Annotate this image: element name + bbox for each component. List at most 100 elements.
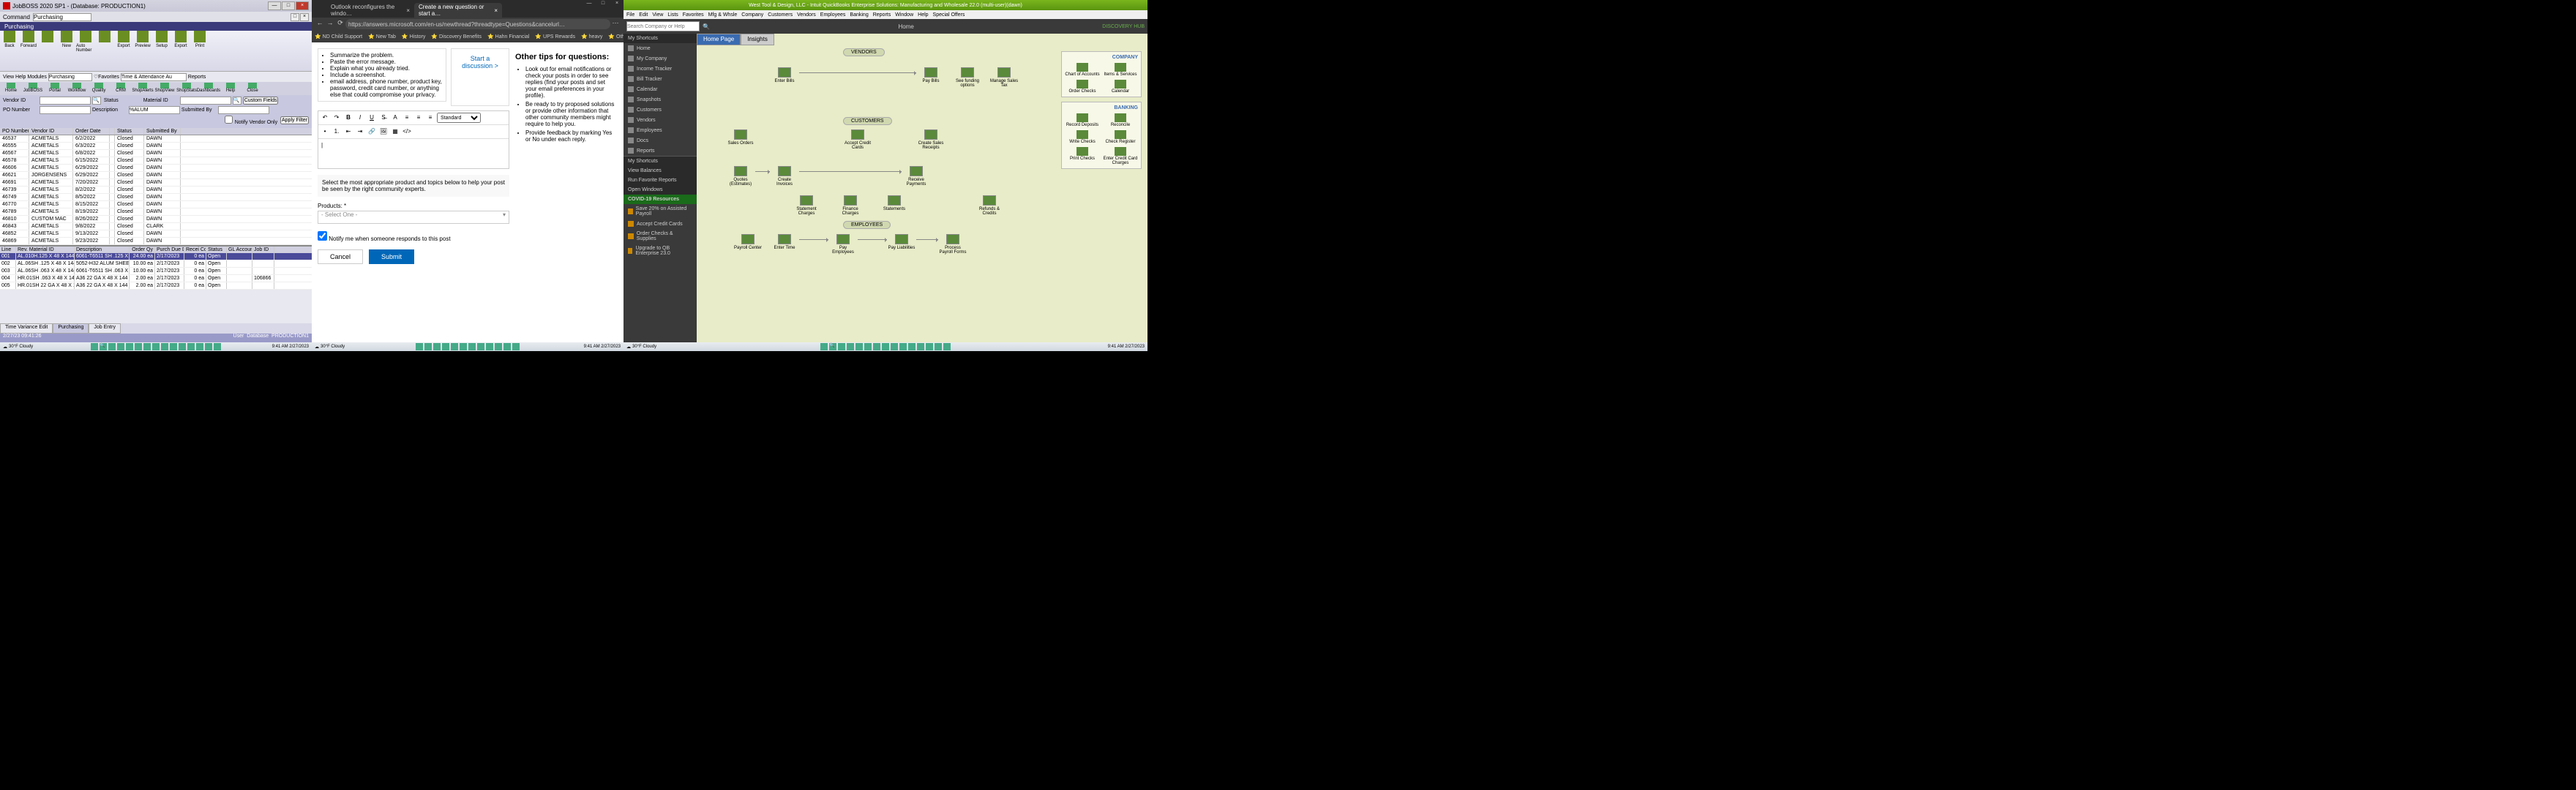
- taskbar-apps[interactable]: 🔍: [91, 343, 221, 350]
- statement-charges[interactable]: Statement Charges: [792, 195, 821, 216]
- maximize-button[interactable]: □: [596, 0, 610, 9]
- payroll-center[interactable]: Payroll Center: [733, 234, 763, 250]
- taskbar-apps[interactable]: 🔍: [820, 343, 951, 350]
- bookmark[interactable]: ⭐ History: [402, 34, 425, 40]
- close-button[interactable]: ×: [296, 1, 309, 10]
- image-icon[interactable]: 🖼: [378, 127, 389, 137]
- company-item[interactable]: Items & Services: [1103, 63, 1138, 77]
- italic-icon[interactable]: I: [355, 113, 365, 123]
- bookmark[interactable]: ⭐ ND Child Support: [315, 34, 362, 40]
- po-row[interactable]: 46567ACMETALS6/8/2022ClosedDAWN: [0, 150, 312, 157]
- po-row[interactable]: 46770ACMETALS8/15/2022ClosedDAWN: [0, 201, 312, 208]
- menu-company[interactable]: Company: [741, 12, 763, 18]
- module-close[interactable]: Close: [242, 82, 263, 95]
- refresh-button[interactable]: ⟳: [335, 19, 345, 29]
- tab-home[interactable]: Home Page: [697, 34, 741, 45]
- po-row[interactable]: 46578ACMETALS6/15/2022ClosedDAWN: [0, 157, 312, 165]
- module-help[interactable]: Help: [220, 82, 242, 95]
- cmd-close-button[interactable]: ×: [300, 13, 309, 21]
- po-row[interactable]: 46606ACMETALS6/29/2022ClosedDAWN: [0, 165, 312, 172]
- search-icon[interactable]: 🔍: [233, 97, 242, 105]
- submitted-by-input[interactable]: [218, 106, 269, 114]
- banking-item[interactable]: Write Checks: [1065, 130, 1100, 144]
- menu-favorites[interactable]: Favorites: [683, 12, 704, 18]
- banking-item[interactable]: Enter Credit Card Charges: [1103, 147, 1138, 165]
- menu-vendors[interactable]: Vendors: [797, 12, 816, 18]
- reports-label[interactable]: Reports: [188, 75, 206, 80]
- module-shopstats[interactable]: ShopStats: [176, 82, 198, 95]
- bookmark[interactable]: ⭐ UPS Rewards: [535, 34, 575, 40]
- purchasing-tab[interactable]: Purchasing: [0, 22, 312, 31]
- menu-reports[interactable]: Reports: [873, 12, 891, 18]
- bottom-tab[interactable]: Time Variance Edit: [0, 323, 53, 334]
- po-number-input[interactable]: [40, 106, 91, 114]
- ribbon-Export[interactable]: Export: [114, 31, 133, 71]
- menu-special offers[interactable]: Special Offers: [933, 12, 965, 18]
- rich-text-editor[interactable]: ↶ ↷ B I U S̶ A ≡ ≡ ≡ Standard • 1. ⇤ ⇥: [318, 110, 509, 169]
- menu-edit[interactable]: Edit: [639, 12, 648, 18]
- finance-charges[interactable]: Finance Charges: [836, 195, 865, 216]
- menu-lists[interactable]: Lists: [667, 12, 678, 18]
- quotes[interactable]: Quotes (Estimates): [726, 166, 755, 187]
- detail-row[interactable]: 004HR.01SH .063 X 48 X 144A36 22 GA X 48…: [0, 275, 312, 282]
- po-row[interactable]: 46739ACMETALS8/2/2022ClosedDAWN: [0, 187, 312, 194]
- sidebar-reports[interactable]: Reports: [624, 146, 697, 156]
- weather-widget[interactable]: ☁ 30°F Cloudy: [315, 345, 345, 350]
- detail-row[interactable]: 002AL.06SH .125 X 48 X 1445052-H32 ALUM …: [0, 260, 312, 268]
- ribbon-Print[interactable]: Print: [190, 31, 209, 71]
- pay-liabilities[interactable]: Pay Liabilities: [887, 234, 916, 250]
- cancel-button[interactable]: Cancel: [318, 249, 363, 264]
- company-item[interactable]: Order Checks: [1065, 80, 1100, 94]
- bottom-tab[interactable]: Purchasing: [53, 323, 89, 334]
- sidebar-my-company[interactable]: My Company: [624, 53, 697, 64]
- minimize-button[interactable]: —: [583, 0, 596, 9]
- po-row[interactable]: 46621JORGENSENS6/29/2022ClosedDAWN: [0, 172, 312, 179]
- company-item[interactable]: Chart of Accounts: [1065, 63, 1100, 77]
- url-input[interactable]: [345, 19, 610, 29]
- favorites-select[interactable]: [121, 73, 187, 81]
- close-tab-icon[interactable]: ×: [494, 7, 498, 14]
- redo-icon[interactable]: ↷: [332, 113, 342, 123]
- editor-body[interactable]: |: [318, 139, 509, 168]
- ribbon-Export[interactable]: Export: [171, 31, 190, 71]
- strike-icon[interactable]: S̶: [378, 113, 389, 123]
- view-label[interactable]: View: [3, 75, 14, 80]
- banking-item[interactable]: Record Deposits: [1065, 113, 1100, 127]
- search-icon[interactable]: 🔍: [703, 23, 710, 30]
- detail-row[interactable]: 005HR.01SH 22 GA X 48 X 144"A36 22 GA X …: [0, 282, 312, 290]
- po-grid-body[interactable]: 46537ACMETALS6/2/2022ClosedDAWN46555ACME…: [0, 135, 312, 245]
- table-icon[interactable]: ▦: [390, 127, 400, 137]
- products-select[interactable]: - Select One - ▾: [318, 211, 509, 224]
- menu-help[interactable]: Help: [918, 12, 928, 18]
- po-row[interactable]: 46869ACMETALS9/23/2022ClosedDAWN: [0, 238, 312, 245]
- cmd-hide-button[interactable]: □: [291, 13, 299, 21]
- po-row[interactable]: 46852ACMETALS9/13/2022ClosedDAWN: [0, 230, 312, 238]
- search-icon[interactable]: 🔍: [92, 97, 101, 105]
- custom-fields-button[interactable]: Custom Fields: [243, 97, 279, 105]
- detail-row[interactable]: 001AL.010H.125 X 48 X 1446061-T6511 SH .…: [0, 253, 312, 260]
- module-crm[interactable]: CRM: [110, 82, 132, 95]
- detail-grid-body[interactable]: 001AL.010H.125 X 48 X 1446061-T6511 SH .…: [0, 253, 312, 290]
- company-item[interactable]: Calendar: [1103, 80, 1138, 94]
- module-shopview[interactable]: ShopView: [154, 82, 176, 95]
- sidebar-income-tracker[interactable]: Income Tracker: [624, 64, 697, 74]
- banking-item[interactable]: Check Register: [1103, 130, 1138, 144]
- indent-icon[interactable]: ⇥: [355, 127, 365, 137]
- promo-item[interactable]: Order Checks & Supplies: [624, 229, 697, 244]
- ribbon-Auto Number[interactable]: Auto Number: [76, 31, 95, 71]
- bold-icon[interactable]: B: [343, 113, 353, 123]
- po-row[interactable]: 46691ACMETALS7/20/2022ClosedDAWN: [0, 179, 312, 187]
- module-dashboards[interactable]: Dashboards: [198, 82, 220, 95]
- underline-icon[interactable]: U: [367, 113, 377, 123]
- clock[interactable]: 9:41 AM 2/27/2023: [272, 345, 309, 349]
- detail-row[interactable]: 003AL.06SH .063 X 48 X 1446061-T6511 SH …: [0, 268, 312, 275]
- sidebar2-item[interactable]: Open Windows: [624, 185, 697, 195]
- search-input[interactable]: [626, 21, 700, 31]
- weather-widget[interactable]: ☁ 30°F Cloudy: [626, 345, 656, 350]
- modules-select[interactable]: [48, 73, 92, 81]
- create-invoices[interactable]: Create Invoices: [770, 166, 799, 187]
- back-button[interactable]: ←: [315, 19, 325, 29]
- minimize-button[interactable]: —: [268, 1, 281, 10]
- sidebar-home[interactable]: Home: [624, 43, 697, 53]
- module-jobboss[interactable]: JobBOSS: [22, 82, 44, 95]
